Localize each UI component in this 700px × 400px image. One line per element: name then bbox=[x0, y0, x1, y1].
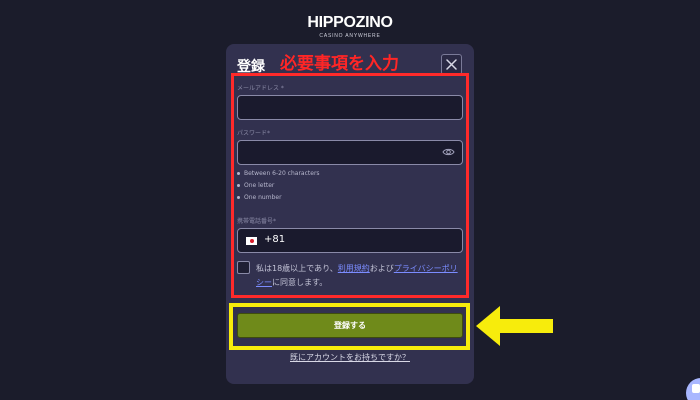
password-label: パスワード* bbox=[237, 130, 271, 137]
password-hint-text: Between 6-20 characters bbox=[244, 170, 320, 177]
email-field[interactable] bbox=[237, 95, 463, 120]
brand-tagline: CASINO ANYWHERE bbox=[319, 33, 381, 39]
password-hint: Between 6-20 characters bbox=[237, 170, 320, 177]
password-hint-text: One number bbox=[244, 194, 282, 201]
annotation-text: 必要事項を入力 bbox=[280, 54, 399, 74]
consent-checkbox[interactable] bbox=[237, 261, 250, 274]
password-hint: One letter bbox=[237, 182, 274, 189]
brand-name: HIPPOZINO bbox=[307, 14, 393, 31]
password-hint-text: One letter bbox=[244, 182, 275, 189]
email-label: メールアドレス * bbox=[237, 85, 284, 92]
close-button[interactable] bbox=[441, 54, 462, 75]
phone-label: 携帯電話番号* bbox=[237, 218, 277, 225]
registration-modal: 登録 必要事項を入力 メールアドレス * パスワード* Between 6-20… bbox=[226, 44, 474, 384]
brand-logo: HIPPOZINO CASINO ANYWHERE bbox=[0, 14, 700, 39]
password-field[interactable] bbox=[237, 140, 463, 165]
password-hint: One number bbox=[237, 194, 282, 201]
register-button[interactable]: 登録する bbox=[237, 313, 463, 338]
country-code: +81 bbox=[264, 234, 286, 245]
close-icon bbox=[446, 59, 457, 70]
bullet-icon bbox=[237, 184, 240, 187]
arrow-left-icon bbox=[476, 306, 553, 346]
phone-field[interactable]: +81 bbox=[237, 228, 463, 253]
bullet-icon bbox=[237, 196, 240, 199]
eye-icon[interactable] bbox=[442, 147, 455, 157]
japan-flag-icon[interactable] bbox=[246, 237, 257, 245]
terms-link[interactable]: 利用規約 bbox=[338, 264, 370, 273]
login-link[interactable]: 既にアカウントをお持ちですか？ bbox=[226, 352, 474, 363]
chat-icon[interactable] bbox=[686, 378, 700, 400]
bullet-icon bbox=[237, 172, 240, 175]
consent-text: 私は18歳以上であり、利用規約およびプライバシーポリシーに同意します。 bbox=[256, 264, 458, 287]
